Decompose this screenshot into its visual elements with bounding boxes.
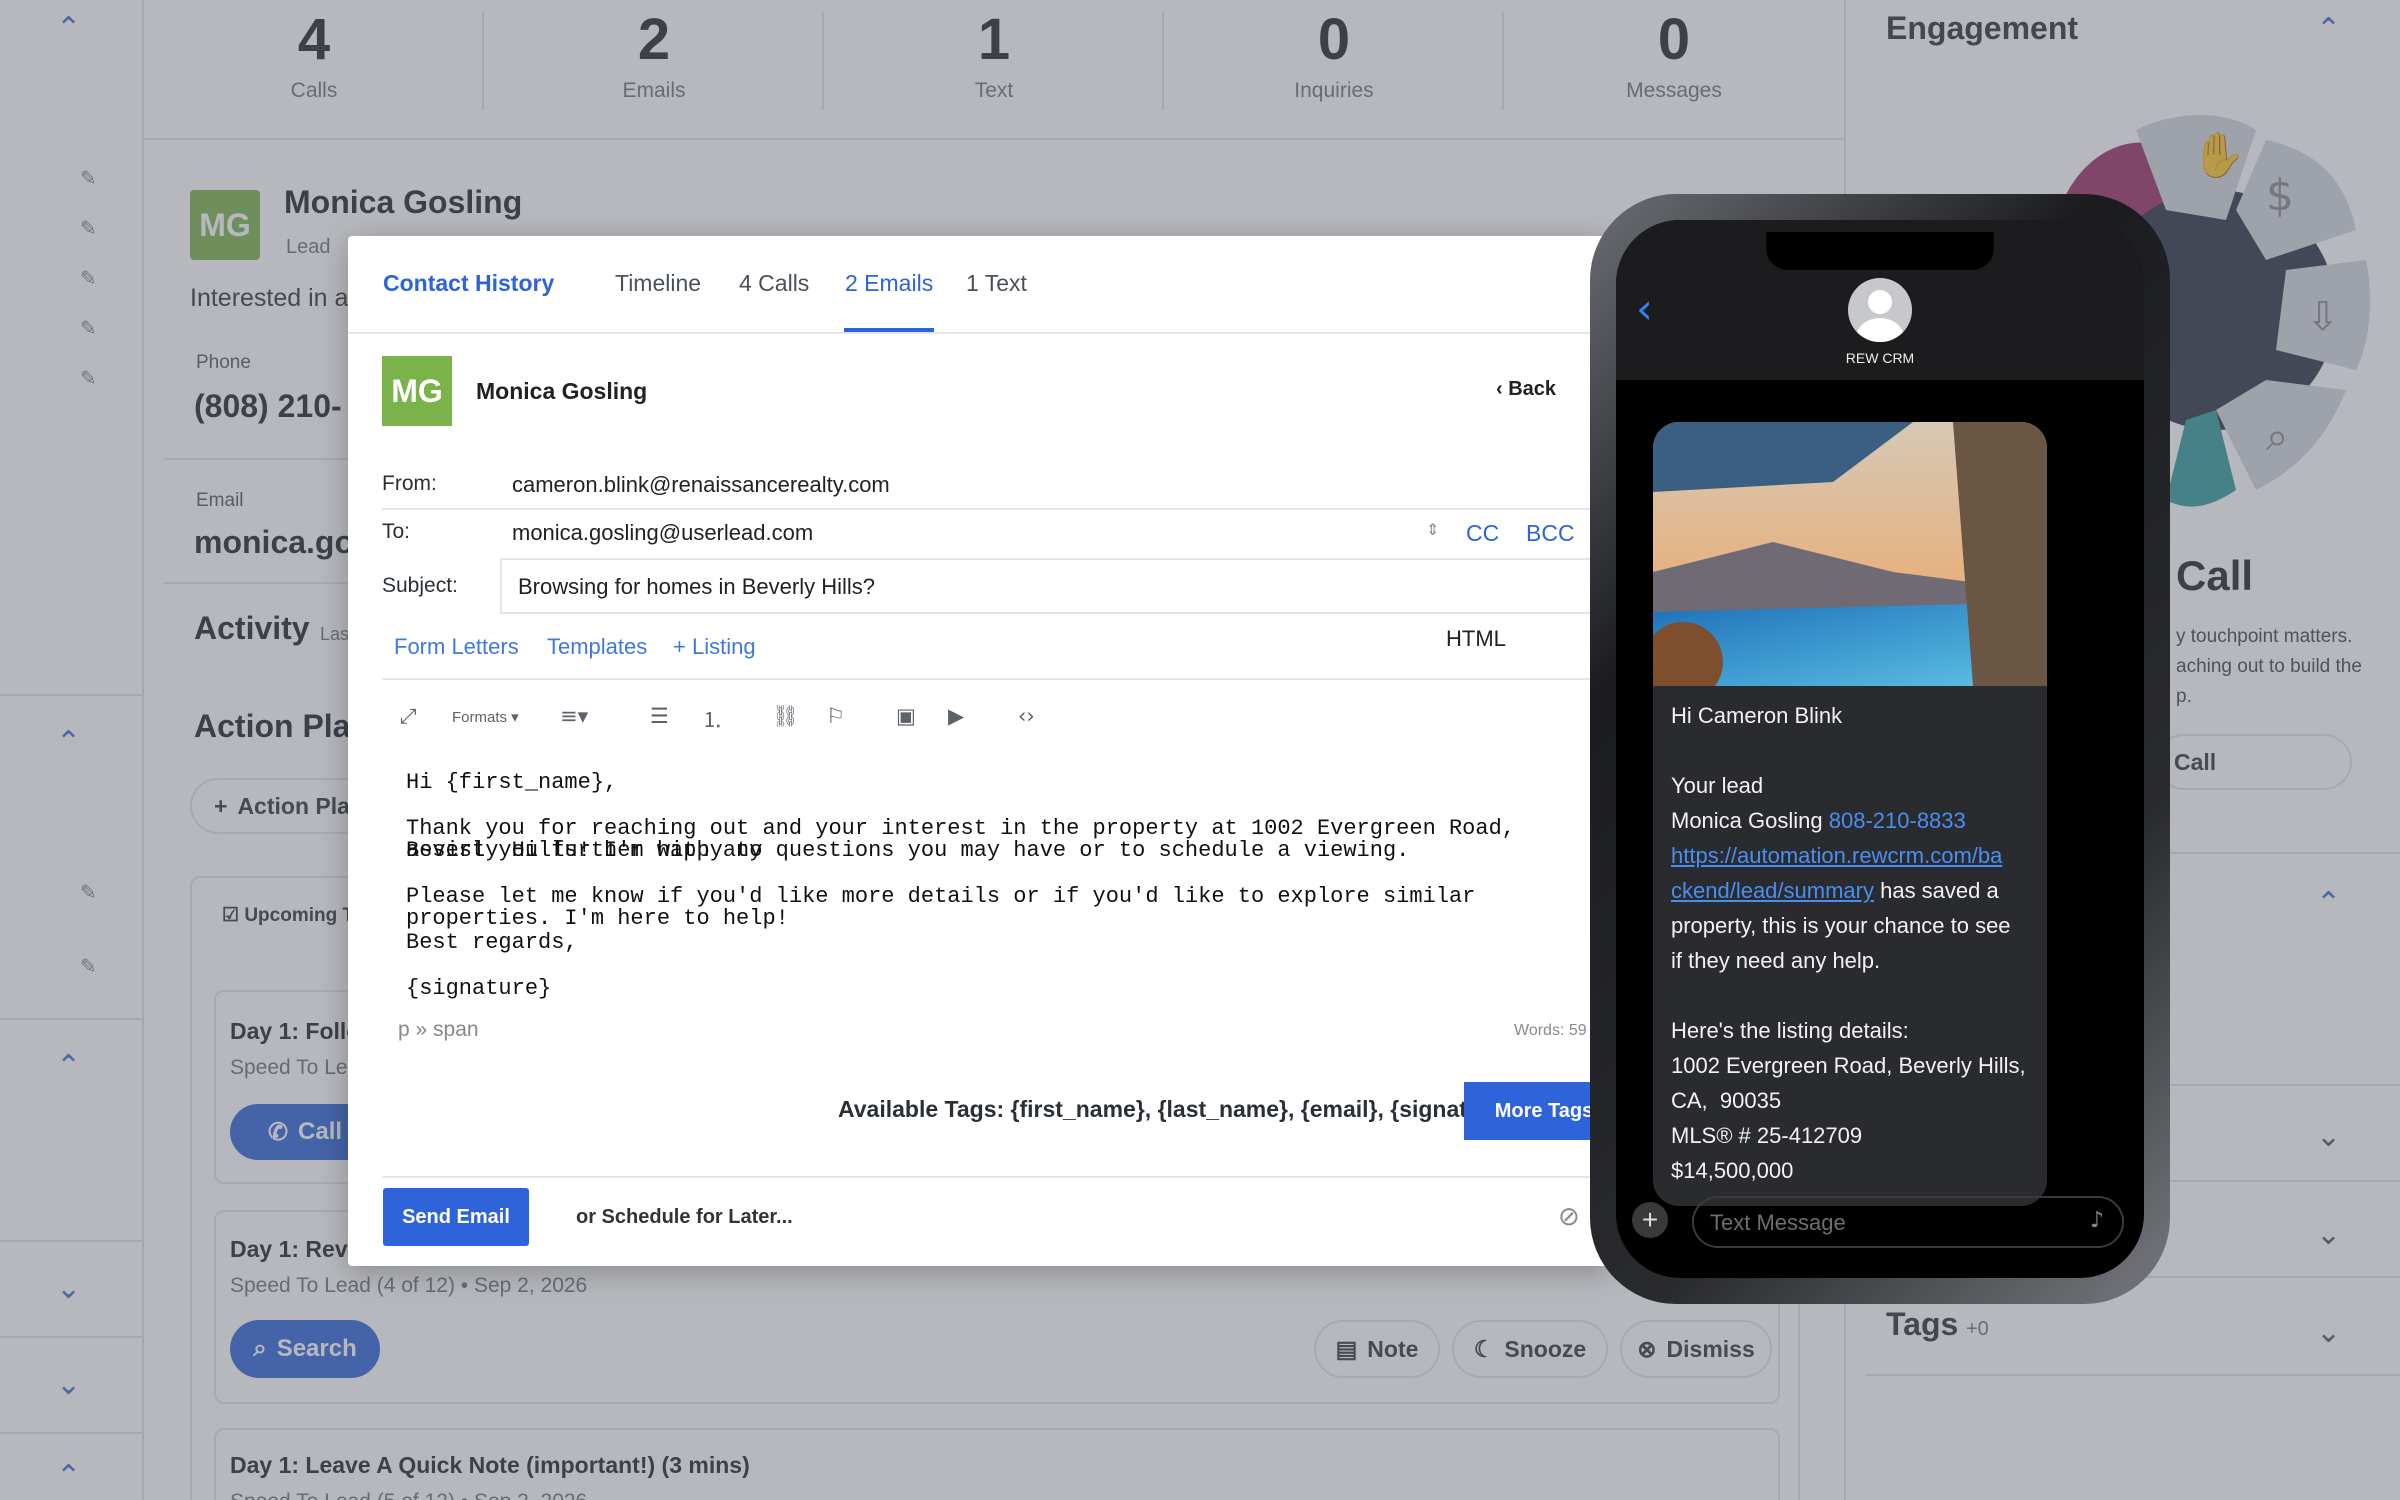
url-link[interactable]: https://automation.rewcrm.com/ba	[1671, 838, 2002, 873]
contact-label: REW CRM	[1845, 350, 1915, 366]
phone-link[interactable]: 808-210-8833	[1829, 808, 1966, 833]
subject-value: Browsing for homes in Beverly Hills?	[518, 574, 876, 599]
formats-dropdown[interactable]: Formats ▾	[452, 708, 519, 726]
bookmark-icon[interactable]: ⚐	[826, 704, 845, 728]
video-icon[interactable]: ▶	[948, 704, 964, 728]
email-body-editor[interactable]	[382, 736, 1610, 1256]
more-tags-button[interactable]: More Tags	[1464, 1082, 1610, 1140]
message-line: Monica Gosling 808-210-8833	[1671, 803, 1966, 838]
message-line: Hi Cameron Blink	[1671, 703, 1843, 728]
message-line: if they need any help.	[1671, 948, 1881, 973]
send-email-button[interactable]: Send Email	[383, 1188, 529, 1246]
body-line: {signature}	[406, 976, 552, 1001]
phone-notch	[1766, 232, 1994, 270]
tab-timeline[interactable]: Timeline	[615, 270, 701, 297]
schedule-later-link[interactable]: or Schedule for Later...	[576, 1206, 793, 1229]
message-line: Your lead	[1671, 773, 1764, 798]
element-path: p » span	[398, 1018, 479, 1041]
message-line: 1002 Evergreen Road, Beverly Hills,	[1671, 1053, 2026, 1078]
tab-calls[interactable]: 4 Calls	[739, 270, 809, 297]
word-count: Words: 59	[1514, 1022, 1587, 1039]
text-message-placeholder: Text Message	[1710, 1210, 1846, 1235]
message-line: ckend/lead/summary has saved a	[1671, 873, 1999, 908]
body-line: Best regards,	[406, 930, 578, 955]
message-text: has saved a	[1873, 878, 1999, 903]
email-modal: Contact History Timeline 4 Calls 2 Email…	[348, 236, 1610, 1266]
body-line: Please let me know if you'd like more de…	[406, 884, 1476, 931]
message-line: Here's the listing details:	[1671, 1018, 1909, 1043]
bullet-list-icon[interactable]: ☰	[650, 704, 669, 728]
format-select[interactable]: HTML	[1446, 626, 1506, 652]
phone-mockup: ‹ REW CRM Hi Cameron Blink Your lead Mon	[1590, 194, 2170, 1304]
listing-photo	[1653, 422, 2047, 702]
tab-contact-history[interactable]: Contact History	[383, 270, 554, 297]
fullscreen-icon[interactable]: ⤢	[400, 704, 417, 729]
form-letters-link[interactable]: Form Letters	[394, 634, 519, 660]
body-line: assist you further with any questions yo…	[406, 838, 1410, 863]
chevron-left-icon[interactable]: ‹	[1636, 284, 1653, 333]
message-bubble: Hi Cameron Blink Your lead Monica Goslin…	[1653, 422, 2047, 1206]
contact-name: Monica Gosling	[476, 378, 648, 404]
stepper-icon[interactable]: ⇕	[1426, 520, 1439, 540]
contact-avatar-icon	[1848, 278, 1912, 342]
plus-icon[interactable]: +	[1632, 1202, 1668, 1238]
subject-label: Subject:	[382, 574, 458, 597]
url-link[interactable]: ckend/lead/summary	[1671, 878, 1874, 903]
to-field[interactable]: monica.gosling@userlead.com	[512, 520, 813, 546]
message-line: CA, 90035	[1671, 1088, 1782, 1113]
contact-avatar: MG	[382, 356, 452, 426]
align-icon[interactable]: ≡▾	[560, 704, 588, 728]
message-line: $14,500,000	[1671, 1158, 1794, 1183]
message-line: property, this is your chance to see	[1671, 913, 2011, 938]
back-button[interactable]: ‹ Back	[1496, 378, 1556, 401]
code-icon[interactable]: ‹›	[1018, 704, 1035, 728]
image-icon[interactable]: ▣	[896, 704, 916, 728]
phone-screen: ‹ REW CRM Hi Cameron Blink Your lead Mon	[1616, 220, 2144, 1278]
numbered-list-icon[interactable]: ⒈	[702, 704, 723, 734]
body-line: Hi {first_name},	[406, 770, 618, 795]
cc-button[interactable]: CC	[1466, 520, 1499, 547]
tab-text[interactable]: 1 Text	[966, 270, 1027, 297]
from-field[interactable]: cameron.blink@renaissancerealty.com	[512, 472, 890, 498]
formats-label: Formats	[452, 709, 508, 726]
message-line: MLS® # 25-412709	[1671, 1123, 1863, 1148]
chevron-left-icon: ‹	[1496, 378, 1509, 400]
listing-link[interactable]: + Listing	[673, 634, 756, 660]
attachment-icon[interactable]: ⊘	[1558, 1202, 1580, 1232]
link-icon[interactable]: ⛓	[772, 704, 799, 729]
microphone-icon[interactable]: ♪	[2090, 1208, 2104, 1233]
lead-name-text: Monica Gosling	[1671, 808, 1829, 833]
available-tags: Available Tags: {first_name}, {last_name…	[838, 1096, 1512, 1122]
bcc-button[interactable]: BCC	[1526, 520, 1575, 547]
back-label: Back	[1508, 378, 1557, 400]
templates-link[interactable]: Templates	[547, 634, 647, 660]
from-label: From:	[382, 472, 437, 495]
to-label: To:	[382, 520, 411, 543]
tab-emails[interactable]: 2 Emails	[845, 270, 933, 297]
